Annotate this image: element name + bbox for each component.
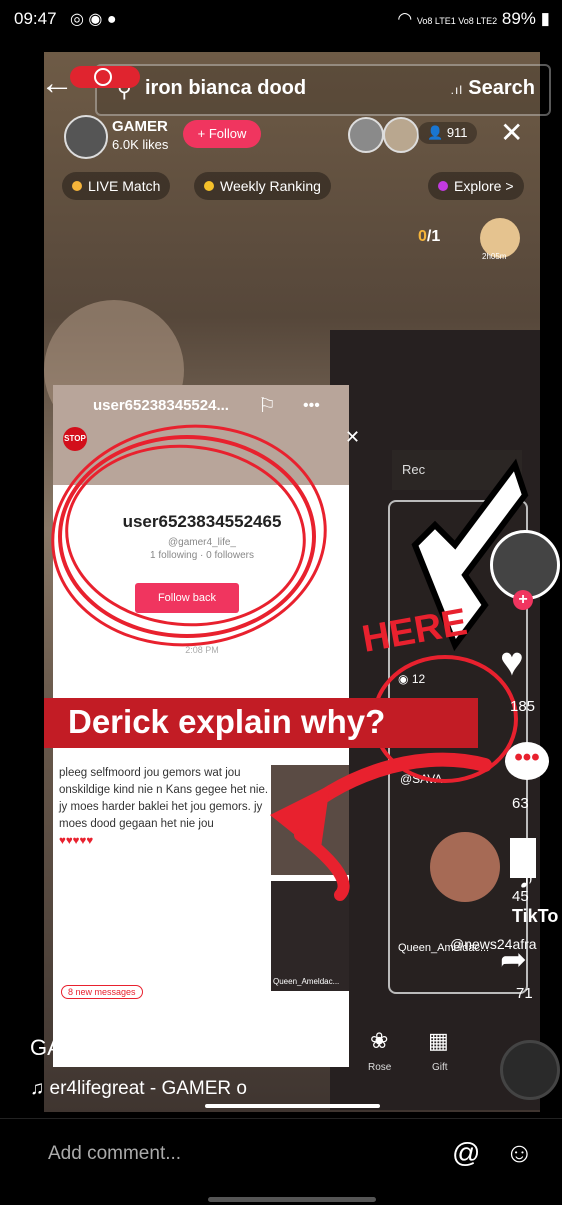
inset-title-user: user65238345524... — [93, 397, 229, 414]
status-bar: 09:47 ◎ ◉ ● ◠ Vo8 LTE1 Vo8 LTE2 89% ▮ — [0, 0, 562, 38]
share-count: 71 — [516, 985, 533, 1002]
red-arrow-annotation — [270, 752, 492, 901]
host-name[interactable]: GAMER — [112, 118, 168, 135]
caption-band: Derick explain why? — [44, 698, 478, 748]
search-bar[interactable]: ⚲ iron bianca dood .ıl Search — [95, 64, 551, 116]
emoji-icon[interactable]: ☺ — [505, 1137, 534, 1169]
viewer-count[interactable]: 👤 911 — [418, 122, 477, 144]
creator-name[interactable]: GAMER — [30, 1035, 111, 1061]
explore-chip[interactable]: Explore > — [428, 172, 524, 200]
song-text: er4lifegreat - GAMER o — [49, 1078, 247, 1099]
battery-icon: ▮ — [540, 9, 550, 28]
caption-text: Derick explain why? — [68, 703, 386, 740]
host-avatar[interactable] — [64, 115, 108, 159]
goal-progress: 0/1 — [418, 228, 440, 246]
search-query[interactable]: iron bianca dood — [145, 77, 306, 100]
weekly-ranking-label: Weekly Ranking — [220, 178, 321, 194]
like-count: 185 — [510, 698, 536, 715]
close-icon[interactable]: ✕ — [500, 116, 523, 149]
signal-bars-icon: .ıl — [450, 83, 463, 97]
card-time: 2:08 PM — [185, 645, 219, 655]
live-match-chip[interactable]: LIVE Match — [62, 172, 171, 200]
explore-label: Explore > — [454, 178, 514, 194]
new-messages-badge: 8 new messages — [61, 985, 143, 999]
more-icon: ••• — [303, 397, 320, 414]
tiktok-brand: TikTo — [512, 906, 559, 926]
stop-badge: STOP — [63, 427, 87, 451]
viewer-count-value: 911 — [446, 125, 468, 140]
signal-text: Vo8 LTE1 Vo8 LTE2 — [416, 16, 498, 26]
heart-icon[interactable]: ♥ — [500, 640, 524, 685]
notification-icons: ◎ ◉ ● — [70, 11, 117, 28]
weekly-ranking-chip[interactable]: Weekly Ranking — [194, 172, 331, 200]
battery-level: 89% — [501, 9, 536, 28]
share-icon[interactable]: ➦ — [500, 940, 527, 978]
rose-label: Rose — [368, 1062, 392, 1073]
music-note-icon: ♫ — [30, 1078, 50, 1099]
rose-icon[interactable]: ❀ — [370, 1028, 388, 1054]
gift-label: Gift — [432, 1062, 448, 1073]
comment-count: 63 — [512, 795, 529, 812]
person-icon: 👤 — [427, 125, 447, 140]
viewer-avatar[interactable] — [348, 117, 384, 153]
live-match-icon — [72, 181, 82, 191]
comment-bar: Add comment... @ ☺ — [0, 1118, 562, 1191]
music-disc-icon[interactable] — [500, 1040, 560, 1100]
tiktok-logo-icon: ♪ — [518, 858, 535, 896]
follow-button[interactable]: + Follow — [183, 120, 261, 148]
gift-icon[interactable]: ▦ — [428, 1028, 449, 1054]
song-title[interactable]: ♫ er4lifegreat - GAMER o — [30, 1078, 247, 1100]
follow-plus-icon[interactable]: + — [513, 590, 533, 610]
comment-input[interactable]: Add comment... — [48, 1143, 181, 1165]
viewer-avatar[interactable] — [383, 117, 419, 153]
mention-icon[interactable]: @ — [452, 1137, 480, 1169]
goal-timer: 2h05m — [482, 252, 507, 261]
trophy-icon — [204, 181, 214, 191]
home-indicator[interactable] — [208, 1197, 376, 1202]
wifi-icon: ◠ — [397, 9, 417, 28]
thumb-label: Queen_Ameldac... — [273, 977, 340, 986]
explore-icon — [438, 181, 448, 191]
flag-icon: ⚐ — [258, 395, 276, 417]
status-right: ◠ Vo8 LTE1 Vo8 LTE2 89% ▮ — [397, 9, 550, 29]
inset-bottom-icons: ☺ ▣ ✉ — [222, 1022, 290, 1044]
chat-text: pleeg selfmoord jou gemors wat jou onski… — [59, 767, 269, 830]
goal-total: /1 — [426, 228, 441, 245]
record-dot-icon — [94, 68, 112, 86]
back-arrow-icon[interactable]: ← — [40, 66, 74, 100]
host-likes: 6.0K likes — [112, 137, 169, 152]
inset-close-icon: ✕ — [345, 427, 361, 447]
status-time: 09:47 — [14, 9, 57, 28]
search-button[interactable]: Search — [468, 77, 535, 100]
goal-current: 0 — [418, 228, 427, 245]
recording-indicator — [70, 66, 140, 88]
hearts-row: ♥♥♥♥♥ — [59, 835, 94, 847]
live-match-label: LIVE Match — [88, 178, 161, 194]
progress-bar[interactable] — [205, 1104, 380, 1108]
comment-icon[interactable]: ••• — [505, 742, 549, 780]
